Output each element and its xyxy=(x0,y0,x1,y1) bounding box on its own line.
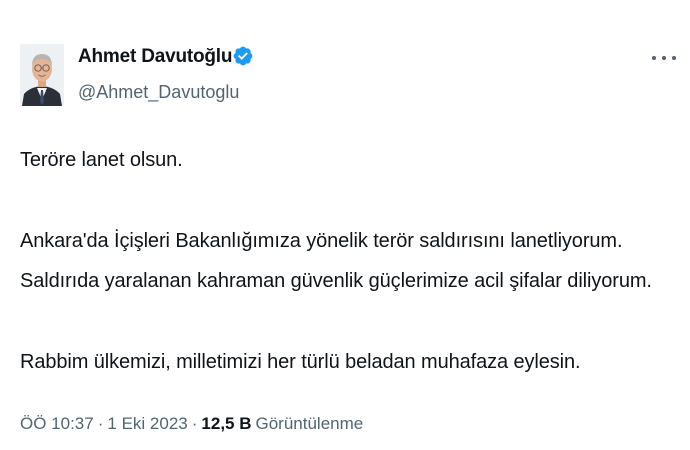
tweet-metadata: ÖÖ 10:37 · 1 Eki 2023 · 12,5 B Görüntüle… xyxy=(20,414,363,434)
tweet-card: Ahmet Davutoğlu @Ahmet_Davutoglu Teröre … xyxy=(0,0,690,450)
verified-badge-icon xyxy=(233,46,253,66)
avatar[interactable] xyxy=(20,44,64,106)
more-dot xyxy=(672,56,676,60)
more-dot xyxy=(662,56,666,60)
tweet-date[interactable]: 1 Eki 2023 xyxy=(107,414,187,434)
author-name[interactable]: Ahmet Davutoğlu xyxy=(78,46,232,68)
avatar-portrait-icon xyxy=(20,44,64,106)
more-dot xyxy=(652,56,656,60)
tweet-text-line: Rabbim ülkemizi, milletimizi her türlü b… xyxy=(20,351,581,373)
tweet-text-line: Ankara'da İçişleri Bakanlığımıza yönelik… xyxy=(20,230,623,252)
tweet-time[interactable]: ÖÖ 10:37 xyxy=(20,414,94,434)
tweet-text-line: Saldırıda yaralanan kahraman güvenlik gü… xyxy=(20,270,652,292)
views-label: Görüntülenme xyxy=(255,414,364,433)
views-count: 12,5 B xyxy=(201,414,252,433)
tweet-text-line: Teröre lanet olsun. xyxy=(20,149,183,171)
author-handle[interactable]: @Ahmet_Davutoglu xyxy=(78,82,239,103)
meta-separator: · xyxy=(191,414,198,433)
more-options-icon[interactable] xyxy=(652,48,676,68)
meta-separator: · xyxy=(97,414,104,433)
